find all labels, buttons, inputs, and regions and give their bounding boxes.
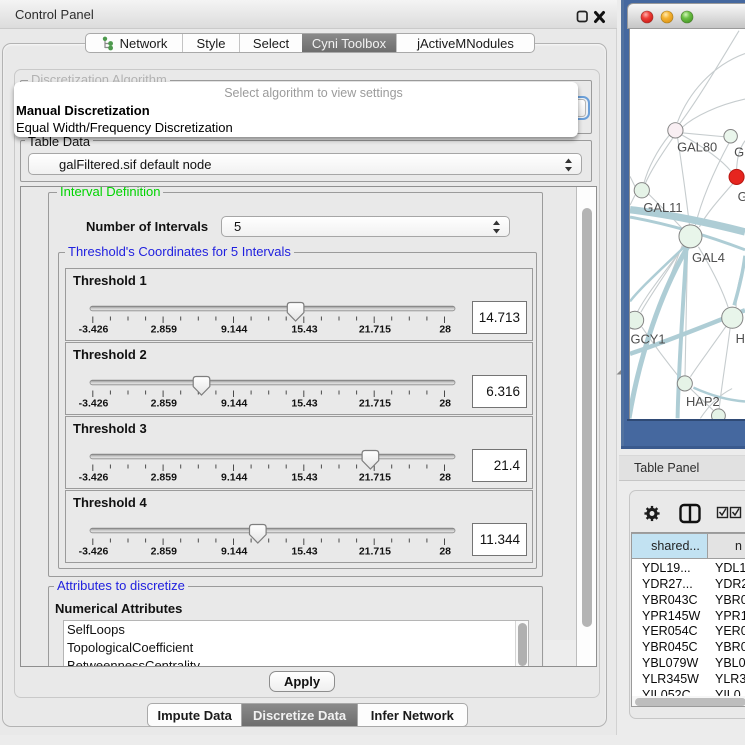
svg-text:-3.426: -3.426: [79, 545, 109, 557]
svg-text:28: 28: [439, 323, 451, 335]
svg-text:9.144: 9.144: [221, 397, 247, 409]
svg-text:9.144: 9.144: [221, 471, 247, 483]
svg-text:GCY1: GCY1: [630, 331, 665, 346]
svg-text:15.43: 15.43: [291, 545, 317, 557]
svg-text:21.715: 21.715: [359, 471, 391, 483]
svg-text:28: 28: [439, 545, 451, 557]
svg-text:H: H: [736, 331, 745, 346]
svg-text:9.144: 9.144: [221, 545, 247, 557]
svg-text:28: 28: [439, 397, 451, 409]
svg-text:15.43: 15.43: [291, 323, 317, 335]
svg-text:28: 28: [439, 471, 451, 483]
svg-text:-3.426: -3.426: [79, 323, 109, 335]
svg-text:21.715: 21.715: [359, 323, 391, 335]
svg-text:GAL4: GAL4: [692, 250, 725, 265]
svg-text:15.43: 15.43: [291, 397, 317, 409]
svg-text:GAL11: GAL11: [643, 200, 682, 215]
svg-text:2.859: 2.859: [151, 397, 177, 409]
svg-text:-3.426: -3.426: [79, 397, 109, 409]
svg-text:9.144: 9.144: [221, 323, 247, 335]
svg-text:HAP2: HAP2: [686, 394, 720, 409]
svg-text:21.715: 21.715: [359, 397, 391, 409]
svg-text:G.: G.: [734, 145, 745, 160]
svg-text:-3.426: -3.426: [79, 471, 109, 483]
svg-text:21.715: 21.715: [359, 545, 391, 557]
svg-text:G: G: [738, 189, 745, 204]
svg-text:GAL80: GAL80: [677, 140, 717, 155]
svg-text:2.859: 2.859: [151, 471, 177, 483]
svg-text:2.859: 2.859: [151, 323, 177, 335]
svg-text:15.43: 15.43: [291, 471, 317, 483]
svg-text:2.859: 2.859: [151, 545, 177, 557]
